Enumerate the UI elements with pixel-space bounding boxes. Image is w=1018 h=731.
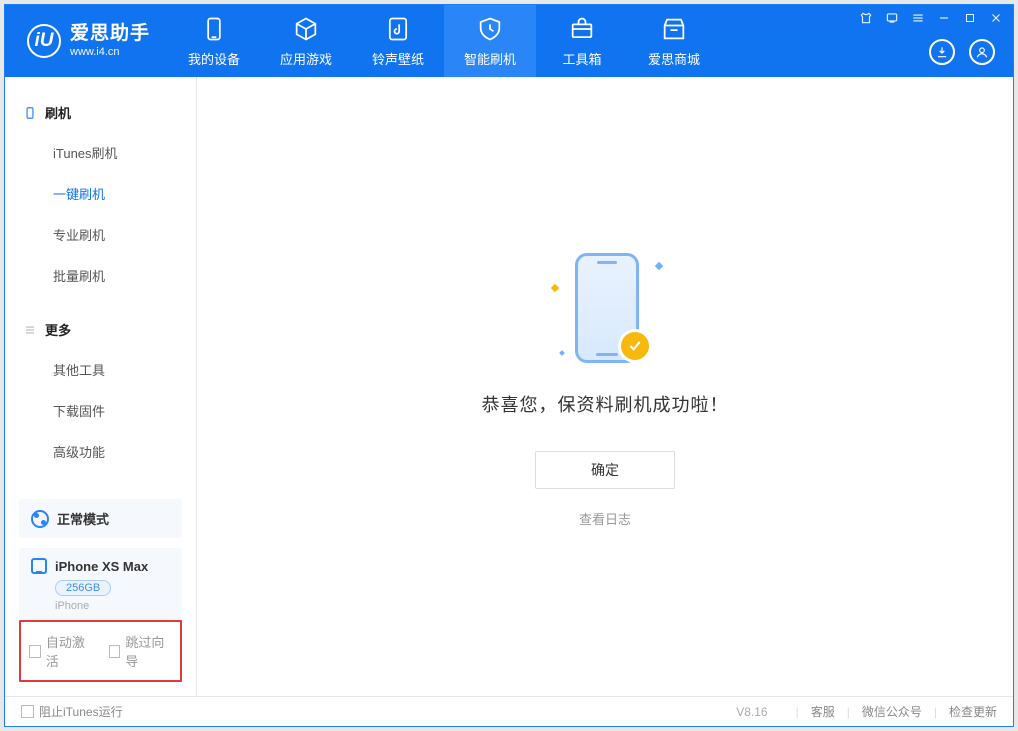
nav-tab-flash[interactable]: 智能刷机	[444, 5, 536, 77]
sidebar: 刷机 iTunes刷机 一键刷机 专业刷机 批量刷机 更多 其他工具 下载固件 …	[5, 77, 197, 696]
shield-icon	[476, 15, 504, 43]
nav-tab-toolbox[interactable]: 工具箱	[536, 5, 628, 77]
titlebar-controls	[859, 11, 1003, 25]
checkbox-block-itunes[interactable]: 阻止iTunes运行	[21, 703, 123, 720]
sidebar-item-advanced[interactable]: 高级功能	[5, 431, 196, 472]
nav-tab-ringtones[interactable]: 铃声壁纸	[352, 5, 444, 77]
nav-tabs: 我的设备 应用游戏 铃声壁纸 智能刷机 工具箱 爱思商城	[168, 5, 720, 77]
skin-icon[interactable]	[859, 11, 873, 25]
close-icon[interactable]	[989, 11, 1003, 25]
status-bar: 阻止iTunes运行 V8.16 | 客服 | 微信公众号 | 检查更新	[5, 696, 1013, 726]
feedback-icon[interactable]	[885, 11, 899, 25]
sidebar-group-title: 更多	[45, 320, 71, 339]
nav-tab-device[interactable]: 我的设备	[168, 5, 260, 77]
success-illustration	[530, 245, 680, 375]
header-right-actions	[929, 39, 995, 65]
maximize-icon[interactable]	[963, 11, 977, 25]
store-icon	[660, 15, 688, 43]
main-content: 恭喜您，保资料刷机成功啦！ 确定 查看日志	[197, 77, 1013, 696]
footer-link-update[interactable]: 检查更新	[949, 703, 997, 720]
menu-icon[interactable]	[911, 11, 925, 25]
checkbox-label: 阻止iTunes运行	[39, 703, 123, 720]
capacity-badge: 256GB	[55, 580, 111, 596]
app-subtitle: www.i4.cn	[70, 46, 150, 59]
sidebar-group-title: 刷机	[45, 103, 71, 122]
sidebar-item-itunes-flash[interactable]: iTunes刷机	[5, 132, 196, 173]
account-button[interactable]	[969, 39, 995, 65]
sidebar-item-download-firmware[interactable]: 下载固件	[5, 390, 196, 431]
phone-small-icon	[23, 106, 37, 120]
checkbox-icon	[109, 645, 121, 658]
checkbox-icon	[21, 705, 34, 718]
list-small-icon	[23, 323, 37, 337]
logo-text: 爱思助手 www.i4.cn	[70, 23, 150, 59]
music-icon	[384, 15, 412, 43]
nav-label: 应用游戏	[280, 49, 332, 68]
nav-tab-apps[interactable]: 应用游戏	[260, 5, 352, 77]
mode-label: 正常模式	[57, 509, 109, 528]
device-type: iPhone	[55, 600, 170, 612]
app-title: 爱思助手	[70, 23, 150, 46]
sidebar-group-flash: 刷机	[5, 93, 196, 132]
success-message: 恭喜您，保资料刷机成功啦！	[482, 391, 729, 417]
nav-label: 爱思商城	[648, 49, 700, 68]
body: 刷机 iTunes刷机 一键刷机 专业刷机 批量刷机 更多 其他工具 下载固件 …	[5, 77, 1013, 696]
highlighted-options: 自动激活 跳过向导	[19, 620, 182, 682]
checkbox-label: 自动激活	[46, 632, 93, 670]
cube-icon	[292, 15, 320, 43]
sidebar-item-oneclick-flash[interactable]: 一键刷机	[5, 173, 196, 214]
sidebar-item-other-tools[interactable]: 其他工具	[5, 349, 196, 390]
ok-button[interactable]: 确定	[535, 451, 675, 489]
version-label: V8.16	[736, 705, 767, 719]
logo-area: iU 爱思助手 www.i4.cn	[5, 23, 168, 59]
app-window: iU 爱思助手 www.i4.cn 我的设备 应用游戏 铃声壁纸 智能刷机	[4, 4, 1014, 727]
view-log-link[interactable]: 查看日志	[579, 509, 631, 528]
check-badge-icon	[618, 329, 652, 363]
header-bar: iU 爱思助手 www.i4.cn 我的设备 应用游戏 铃声壁纸 智能刷机	[5, 5, 1013, 77]
sidebar-item-pro-flash[interactable]: 专业刷机	[5, 214, 196, 255]
checkbox-label: 跳过向导	[125, 632, 172, 670]
mode-card[interactable]: 正常模式	[19, 499, 182, 538]
sidebar-group-more: 更多	[5, 310, 196, 349]
mode-icon	[31, 510, 49, 528]
checkbox-icon	[29, 645, 41, 658]
checkbox-auto-activate[interactable]: 自动激活	[29, 632, 93, 670]
sidebar-item-batch-flash[interactable]: 批量刷机	[5, 255, 196, 296]
nav-label: 工具箱	[563, 49, 602, 68]
nav-label: 我的设备	[188, 49, 240, 68]
checkbox-skip-guide[interactable]: 跳过向导	[109, 632, 173, 670]
device-small-icon	[31, 558, 47, 574]
device-icon	[200, 15, 228, 43]
sidebar-scroll: 刷机 iTunes刷机 一键刷机 专业刷机 批量刷机 更多 其他工具 下载固件 …	[5, 77, 196, 499]
device-card[interactable]: iPhone XS Max 256GB iPhone	[19, 548, 182, 620]
device-name: iPhone XS Max	[55, 559, 148, 574]
nav-label: 智能刷机	[464, 49, 516, 68]
footer-link-wechat[interactable]: 微信公众号	[862, 703, 922, 720]
sidebar-bottom: 正常模式 iPhone XS Max 256GB iPhone 自动激活	[5, 499, 196, 696]
download-button[interactable]	[929, 39, 955, 65]
footer-link-support[interactable]: 客服	[811, 703, 835, 720]
nav-tab-store[interactable]: 爱思商城	[628, 5, 720, 77]
toolbox-icon	[568, 15, 596, 43]
logo-icon: iU	[27, 24, 61, 58]
nav-label: 铃声壁纸	[372, 49, 424, 68]
minimize-icon[interactable]	[937, 11, 951, 25]
